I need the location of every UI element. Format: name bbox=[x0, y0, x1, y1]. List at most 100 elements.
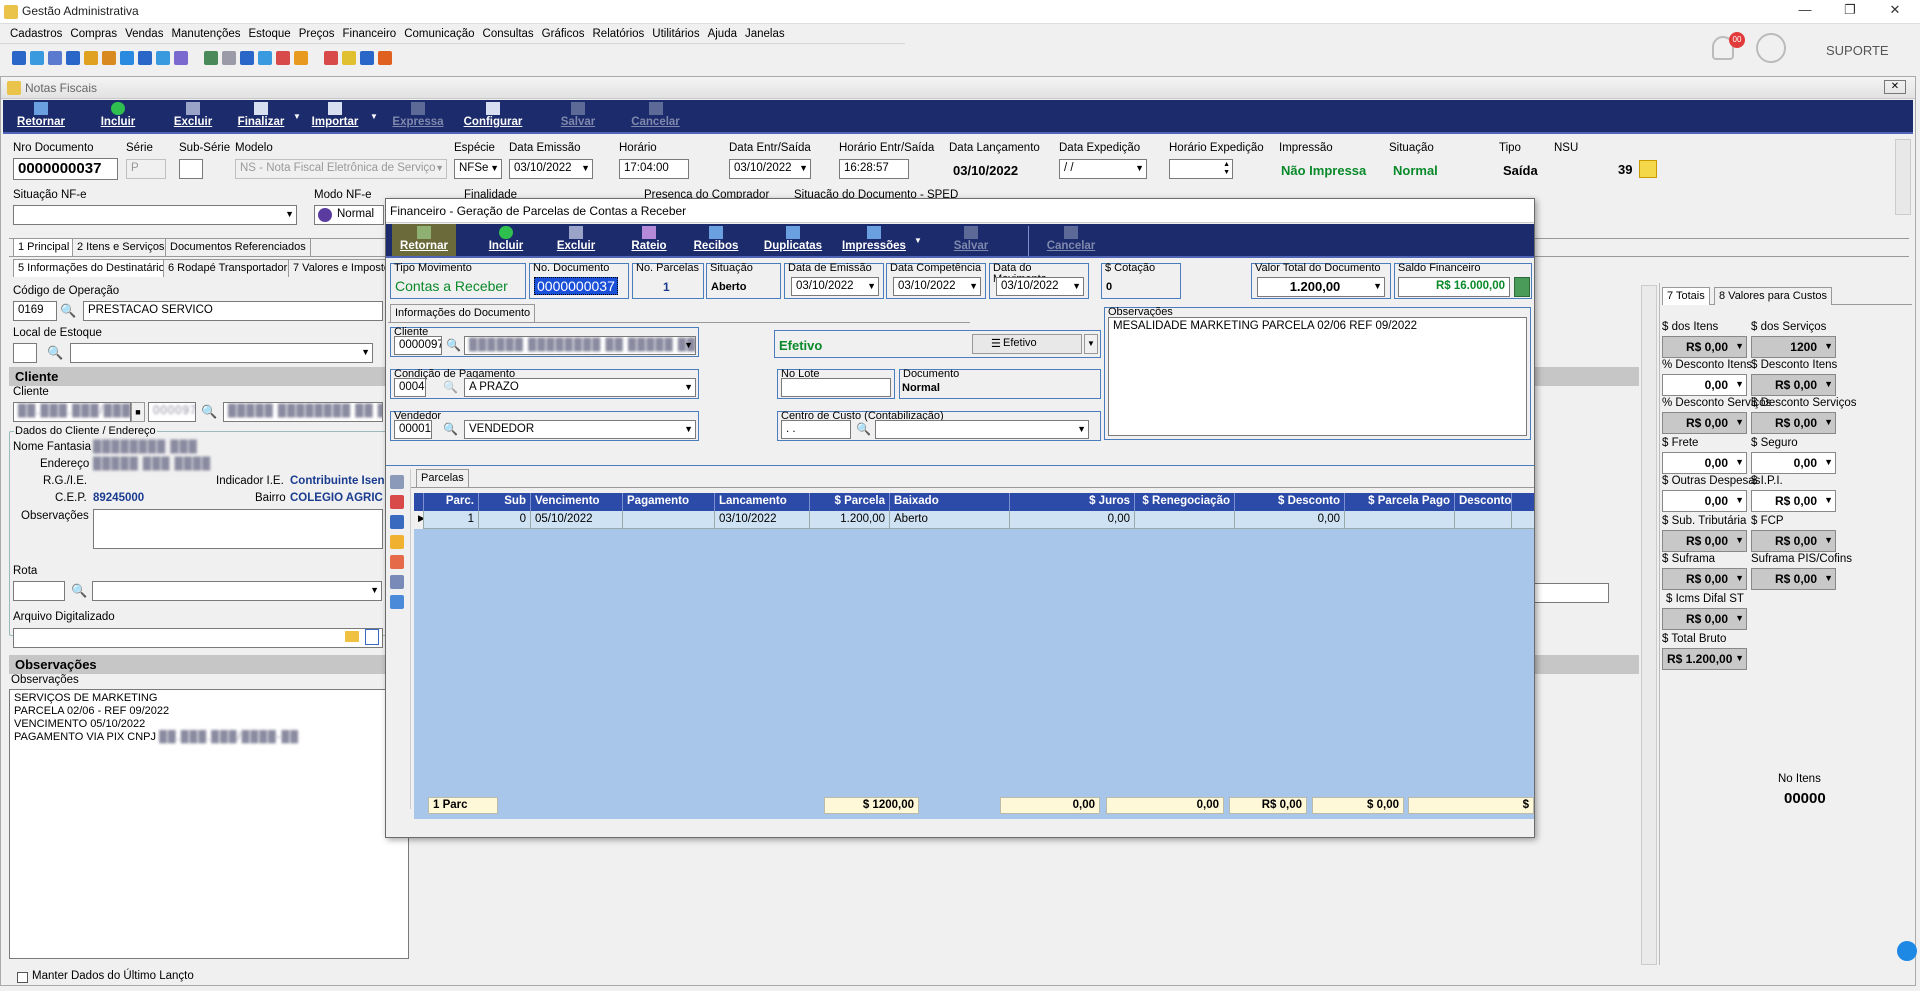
modal-duplicatas-button[interactable]: Duplicatas bbox=[758, 224, 828, 256]
modal-retornar-button[interactable]: Retornar bbox=[392, 224, 456, 256]
total-field[interactable]: 0,00 ▼ bbox=[1662, 490, 1747, 512]
local-estoque-select[interactable]: ▼ bbox=[70, 343, 373, 363]
modal-rateio-button[interactable]: Rateio bbox=[624, 224, 674, 256]
column-header[interactable]: $ Parcela Pago bbox=[1345, 493, 1455, 511]
total-field[interactable]: R$ 0,00 ▼ bbox=[1751, 530, 1836, 552]
grid-icon[interactable] bbox=[390, 595, 404, 609]
cancelar-button[interactable]: Cancelar bbox=[623, 100, 688, 132]
manter-checkbox[interactable] bbox=[17, 972, 28, 983]
column-header[interactable]: Vencimento bbox=[531, 493, 623, 511]
cart-icon[interactable] bbox=[120, 51, 134, 65]
obs-cliente-field[interactable] bbox=[93, 509, 383, 549]
centro-custo-code[interactable]: . . bbox=[781, 420, 851, 439]
total-field[interactable]: R$ 0,00 ▼ bbox=[1662, 412, 1747, 434]
no-lote-field[interactable] bbox=[781, 378, 891, 397]
table-cell[interactable]: Aberto bbox=[890, 511, 1010, 529]
nro-documento-field[interactable]: 0000000037 bbox=[13, 158, 118, 180]
cod-operacao-field[interactable]: 0169 bbox=[13, 301, 57, 321]
importar-dropdown-icon[interactable]: ▼ bbox=[370, 112, 378, 121]
column-header[interactable]: $ Renegociação bbox=[1135, 493, 1235, 511]
rota-code[interactable] bbox=[13, 581, 65, 601]
menu-relatorios[interactable]: Relatórios bbox=[593, 28, 645, 40]
total-field[interactable]: 0,00 ▼ bbox=[1662, 374, 1747, 396]
tab-principal[interactable]: 1 Principal bbox=[13, 238, 75, 256]
column-header[interactable]: Pagamento bbox=[623, 493, 715, 511]
scan-icon[interactable] bbox=[365, 629, 379, 645]
total-field[interactable]: 0,00 ▼ bbox=[1751, 452, 1836, 474]
spin-icon[interactable]: ▲ ▼ bbox=[1223, 161, 1230, 177]
menu-compras[interactable]: Compras bbox=[70, 28, 117, 40]
search-icon[interactable]: 🔍 bbox=[60, 303, 76, 319]
menu-vendas[interactable]: Vendas bbox=[125, 28, 163, 40]
header-scrollbar[interactable] bbox=[1895, 139, 1911, 215]
close-subwindow-icon[interactable]: ✕ bbox=[1884, 80, 1906, 94]
list-icon[interactable] bbox=[48, 51, 62, 65]
chat-widget-icon[interactable] bbox=[1897, 941, 1917, 961]
coin-icon[interactable] bbox=[294, 51, 308, 65]
modal-cancelar-button[interactable]: Cancelar bbox=[1036, 224, 1106, 256]
user-avatar-icon[interactable] bbox=[1756, 33, 1786, 63]
horario-entr-saida-field[interactable]: 16:28:57 bbox=[839, 159, 909, 179]
tab-totais[interactable]: 7 Totais bbox=[1662, 287, 1710, 305]
remove-icon[interactable] bbox=[390, 495, 404, 509]
menu-manutencoes[interactable]: Manutenções bbox=[171, 28, 240, 40]
horario-field[interactable]: 17:04:00 bbox=[619, 159, 689, 179]
menu-estoque[interactable]: Estoque bbox=[249, 28, 291, 40]
modo-nfe-field[interactable]: Normal bbox=[314, 205, 384, 225]
calendar2-icon[interactable] bbox=[276, 51, 290, 65]
configurar-button[interactable]: Configurar bbox=[458, 100, 528, 132]
table-cell[interactable]: 05/10/2022 bbox=[531, 511, 623, 529]
efetivo-select-button[interactable]: ☰ Efetivo bbox=[972, 334, 1082, 354]
tab-parcelas[interactable]: Parcelas bbox=[416, 469, 469, 487]
table-cell[interactable]: 0 bbox=[479, 511, 531, 529]
main-scrollbar[interactable] bbox=[1641, 285, 1657, 965]
table-row[interactable]: ▶1005/10/202203/10/20221.200,00Aberto0,0… bbox=[414, 511, 1534, 529]
salvar-button[interactable]: Salvar bbox=[548, 100, 608, 132]
search-icon[interactable]: 🔍 bbox=[856, 422, 871, 436]
modelo-select[interactable]: NS - Nota Fiscal Eletrônica de Serviço ▼ bbox=[235, 159, 447, 179]
total-field[interactable]: R$ 0,00 ▼ bbox=[1751, 412, 1836, 434]
tab-documentos-referenciados[interactable]: Documentos Referenciados bbox=[165, 238, 311, 256]
search-icon[interactable]: 🔍 bbox=[201, 404, 217, 420]
menu-ajuda[interactable]: Ajuda bbox=[708, 28, 737, 40]
menu-utilitarios[interactable]: Utilitários bbox=[652, 28, 699, 40]
modal-cliente-nome-field[interactable]: ██████ ████████ ██ █████ ███████▼ bbox=[464, 336, 696, 355]
incluir-button[interactable]: Incluir bbox=[93, 100, 143, 132]
vendedor-select[interactable]: VENDEDOR ▼ bbox=[464, 420, 696, 439]
cond-select[interactable]: A PRAZO ▼ bbox=[464, 378, 696, 397]
report-icon[interactable] bbox=[204, 51, 218, 65]
tab-valores-custos[interactable]: 8 Valores para Custos bbox=[1714, 287, 1833, 305]
search-icon[interactable]: 🔍 bbox=[71, 583, 87, 599]
table-cell[interactable] bbox=[1345, 511, 1455, 529]
rota-select[interactable]: ▼ bbox=[92, 581, 382, 601]
chart-icon[interactable] bbox=[324, 51, 338, 65]
modal-impressoes-button[interactable]: Impressões bbox=[838, 224, 910, 256]
close-icon[interactable]: ✕ bbox=[1880, 2, 1910, 22]
table-cell[interactable] bbox=[1135, 511, 1235, 529]
table-cell[interactable] bbox=[1455, 511, 1512, 529]
horario-expedicao-field[interactable]: ▲ ▼ bbox=[1169, 159, 1233, 179]
trash-icon[interactable] bbox=[390, 475, 404, 489]
serie-field[interactable]: P bbox=[126, 159, 166, 179]
column-header[interactable]: $ Parcela bbox=[810, 493, 890, 511]
menu-consultas[interactable]: Consultas bbox=[483, 28, 534, 40]
retornar-button[interactable]: Retornar bbox=[11, 100, 71, 132]
info-icon[interactable] bbox=[360, 51, 374, 65]
search-icon[interactable]: 🔍 bbox=[443, 380, 458, 394]
finalizar-dropdown-icon[interactable]: ▼ bbox=[293, 112, 301, 121]
table-cell[interactable]: 1 bbox=[424, 511, 479, 529]
nsu-flag-icon[interactable] bbox=[1639, 160, 1657, 178]
efetivo-dropdown-icon[interactable]: ▼ bbox=[1084, 334, 1098, 354]
cond-code[interactable]: 0004 bbox=[394, 378, 426, 397]
vendedor-code[interactable]: 00001 bbox=[394, 420, 432, 439]
arquivo-field[interactable] bbox=[13, 628, 383, 648]
data-expedicao-field[interactable]: / / ▼ bbox=[1059, 159, 1147, 179]
total-field[interactable]: 0,00 ▼ bbox=[1662, 452, 1747, 474]
modal-data-emissao-field[interactable]: 03/10/2022 ▼ bbox=[791, 277, 879, 296]
total-field[interactable]: R$ 0,00 ▼ bbox=[1751, 490, 1836, 512]
valor-total-field[interactable]: 1.200,00 ▼ bbox=[1257, 277, 1385, 297]
column-header[interactable]: Desconto Pré-F bbox=[1455, 493, 1512, 511]
column-header[interactable]: Lancamento bbox=[715, 493, 810, 511]
total-field[interactable]: R$ 0,00 ▼ bbox=[1662, 530, 1747, 552]
data-entr-saida-field[interactable]: 03/10/2022 ▼ bbox=[729, 159, 811, 179]
